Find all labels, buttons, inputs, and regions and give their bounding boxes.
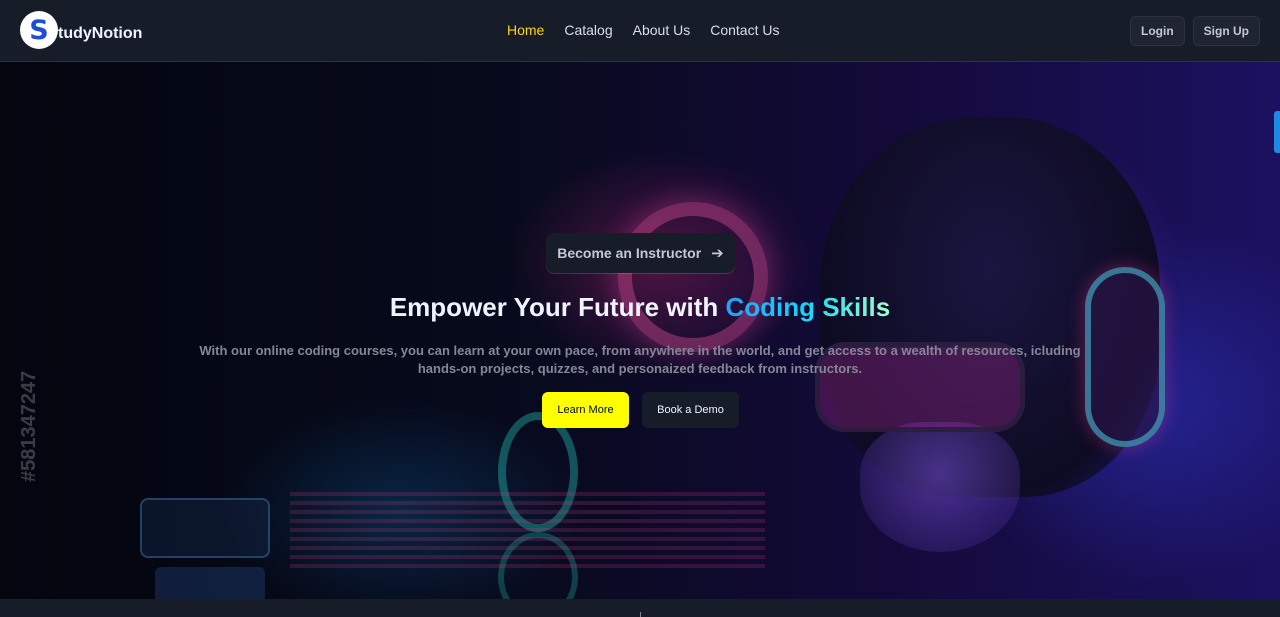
hero-background-neon-ring	[618, 202, 768, 352]
auth-buttons: Login Sign Up	[1130, 16, 1260, 46]
learn-more-button[interactable]: Learn More	[542, 392, 629, 428]
headline-highlight: Coding Skills	[725, 292, 891, 322]
hero-background-face	[860, 422, 1020, 552]
become-instructor-button[interactable]: Become an Instructor ➔	[546, 233, 735, 273]
nav-links: Home Catalog About Us Contact Us	[507, 22, 779, 38]
nav-link-catalog[interactable]: Catalog	[564, 22, 612, 38]
hero-background-neon-ring-small	[498, 412, 578, 532]
hero-background-user-panel	[140, 498, 270, 558]
become-instructor-label: Become an Instructor	[557, 245, 702, 261]
headline-prefix: Empower Your Future with	[389, 292, 726, 322]
login-button[interactable]: Login	[1130, 16, 1185, 46]
hero-background-keyboard-panel	[155, 567, 265, 599]
hero-background-code-lines	[290, 492, 765, 572]
signup-button[interactable]: Sign Up	[1192, 16, 1260, 46]
hero-headline: Empower Your Future with Coding Skills	[0, 292, 1280, 323]
arrow-right-icon: ➔	[711, 245, 724, 262]
logo-icon: S	[20, 11, 58, 49]
book-demo-button[interactable]: Book a Demo	[642, 392, 739, 428]
logo-text: tudyNotion	[58, 25, 143, 42]
hero-subtext: With our online coding courses, you can …	[199, 343, 1081, 376]
stock-watermark: #581347247	[18, 370, 40, 482]
logo[interactable]: S tudyNotion	[20, 11, 142, 49]
hero-section: #581347247 Become an Instructor ➔ Empowe…	[0, 62, 1280, 599]
navbar: S tudyNotion Home Catalog About Us Conta…	[0, 0, 1280, 62]
side-scroll-tab[interactable]	[1274, 111, 1280, 153]
nav-link-home[interactable]: Home	[507, 22, 544, 38]
nav-link-about-us[interactable]: About Us	[633, 22, 691, 38]
hero-background-neon-ring-lower	[498, 532, 578, 599]
nav-link-contact-us[interactable]: Contact Us	[710, 22, 779, 38]
bottom-divider	[640, 612, 641, 617]
